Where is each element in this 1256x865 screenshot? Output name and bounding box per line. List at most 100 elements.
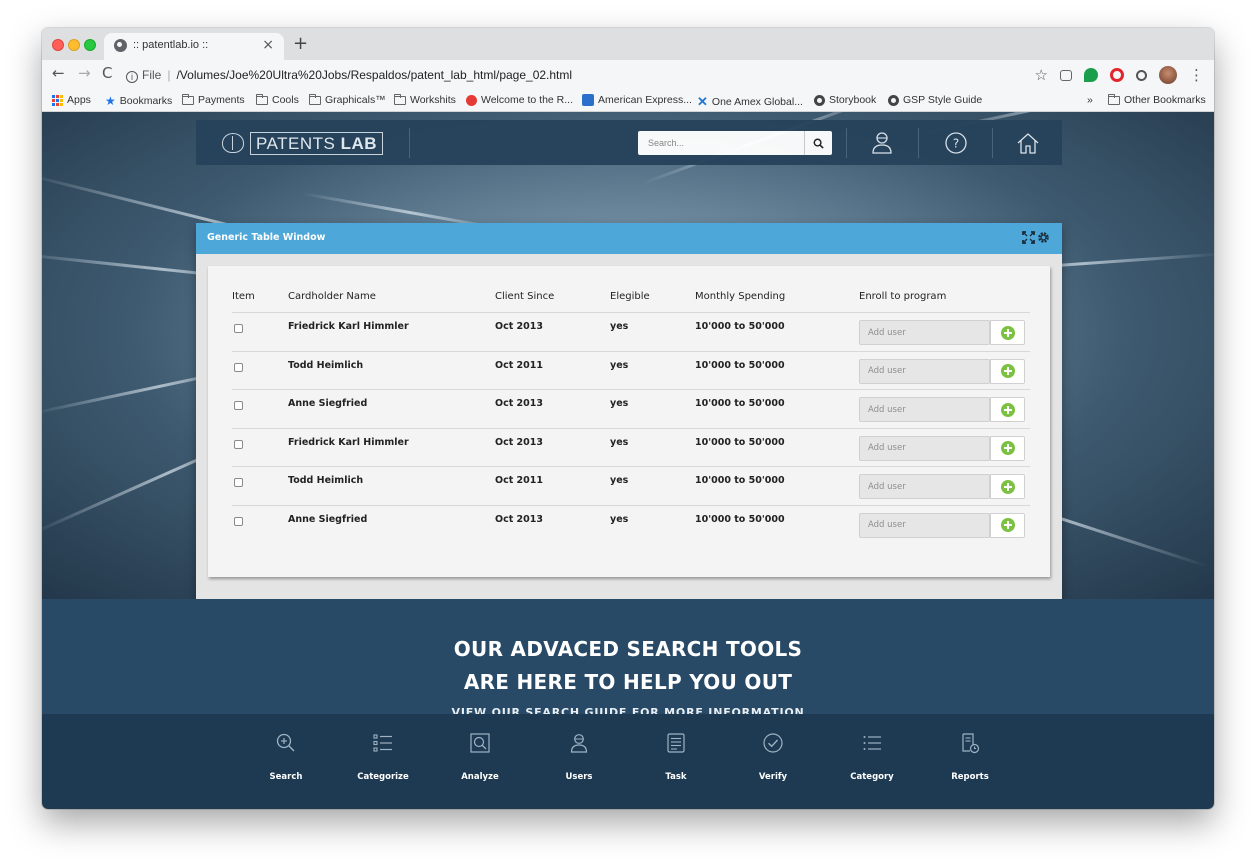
add-user-input[interactable]	[859, 358, 990, 384]
search-input[interactable]	[638, 131, 802, 155]
bookmark-star-icon[interactable]: ☆	[1035, 66, 1048, 84]
row-checkbox[interactable]	[234, 324, 243, 333]
bookmark-welcome[interactable]: Welcome to the R...	[466, 94, 573, 106]
footer-item-users[interactable]: Users	[539, 732, 619, 782]
red-circle-icon	[466, 94, 477, 106]
address-url[interactable]: /Volumes/Joe%20Ultra%20Jobs/Respaldos/pa…	[176, 68, 572, 82]
table-row: Friedrick Karl Himmler Oct 2013 yes 10'0…	[232, 429, 1030, 467]
close-window-button[interactable]	[52, 39, 64, 51]
footer-item-search[interactable]: Search	[246, 732, 326, 782]
evernote-extension-icon[interactable]	[1084, 68, 1098, 82]
cardholder-name: Todd Heimlich	[288, 359, 364, 371]
bookmark-other-bookmarks[interactable]: Other Bookmarks	[1108, 93, 1206, 106]
add-user-button[interactable]	[990, 512, 1025, 538]
profile-avatar[interactable]	[1159, 66, 1177, 84]
add-user-button[interactable]	[990, 320, 1025, 345]
row-checkbox[interactable]	[234, 439, 243, 449]
enroll-control	[859, 512, 1025, 538]
brain-icon	[222, 133, 244, 153]
new-tab-button[interactable]: +	[293, 33, 308, 54]
add-user-input[interactable]	[859, 435, 990, 461]
footer-item-category[interactable]: Category	[832, 732, 912, 782]
browser-window: :: patentlab.io :: × + ← → C i File | /Volu…	[42, 28, 1214, 809]
home-icon[interactable]	[1014, 129, 1042, 157]
add-user-button[interactable]	[990, 397, 1025, 422]
back-icon[interactable]: ←	[52, 64, 65, 82]
bookmark-bookmarks[interactable]: ★ Bookmarks	[105, 94, 172, 108]
patents-lab-logo[interactable]: PATENTS LAB	[222, 130, 384, 156]
add-user-button[interactable]	[990, 435, 1025, 461]
nav-divider	[409, 128, 410, 158]
site-header: PATENTS LAB ?	[196, 120, 1062, 165]
client-since: Oct 2013	[495, 321, 543, 332]
elegible: yes	[610, 321, 629, 332]
add-user-input[interactable]	[859, 397, 990, 422]
browser-toolbar: ← → C i File | /Volumes/Joe%20Ultra%20Jobs/…	[42, 60, 1214, 90]
row-checkbox[interactable]	[234, 362, 243, 372]
promo-headline-line-1: OUR ADVACED SEARCH TOOLS	[453, 637, 803, 661]
tab-strip: :: patentlab.io :: × +	[42, 28, 1214, 60]
add-user-input[interactable]	[859, 512, 990, 538]
zoom-window-button[interactable]	[84, 39, 96, 51]
footer-item-verify[interactable]: Verify	[733, 732, 813, 782]
footer-item-analyze[interactable]: Analyze	[440, 732, 520, 782]
search-icon	[813, 138, 824, 149]
add-user-input[interactable]	[859, 320, 990, 345]
cardholder-name: Friedrick Karl Himmler	[288, 321, 409, 332]
tab-close-icon[interactable]: ×	[262, 37, 274, 53]
info-icon[interactable]: i	[126, 71, 138, 83]
plus-circle-icon	[1000, 402, 1015, 417]
bookmark-apps[interactable]: Apps	[52, 94, 91, 106]
browser-tab[interactable]: :: patentlab.io :: ×	[104, 33, 284, 60]
opera-extension-icon[interactable]	[1110, 68, 1124, 82]
menu-kebab-icon[interactable]: ⋮	[1189, 66, 1204, 84]
bookmarks-overflow[interactable]: »	[1087, 94, 1093, 106]
footer-item-task[interactable]: Task	[636, 732, 716, 782]
circle-extension-icon[interactable]	[1136, 69, 1147, 81]
bookmark-american-express[interactable]: American Express...	[582, 94, 692, 106]
promo-section: OUR ADVACED SEARCH TOOLS ARE HERE TO HEL…	[42, 599, 1214, 719]
bookmark-graphicals[interactable]: Graphicals™	[309, 93, 386, 106]
column-header-item: Item	[232, 291, 255, 302]
minimize-window-button[interactable]	[68, 39, 80, 51]
monthly-spending: 10'000 to 50'000	[695, 398, 785, 409]
address-scheme: File	[142, 68, 162, 82]
monthly-spending: 10'000 to 50'000	[695, 436, 785, 448]
expand-icon[interactable]	[1022, 231, 1035, 244]
footer-item-categorize[interactable]: Categorize	[343, 732, 423, 782]
forward-icon[interactable]: →	[78, 64, 91, 82]
row-checkbox[interactable]	[234, 401, 243, 410]
enroll-control	[859, 320, 1025, 345]
bookmark-gsp-style-guide[interactable]: GSP Style Guide	[888, 94, 982, 106]
row-checkbox[interactable]	[234, 478, 243, 487]
settings-gear-icon[interactable]	[1037, 231, 1050, 244]
search-button[interactable]	[804, 131, 832, 155]
camera-extension-icon[interactable]	[1060, 69, 1072, 81]
check-circle-icon	[763, 733, 783, 753]
globe-icon	[814, 94, 825, 106]
add-user-input[interactable]	[859, 474, 990, 499]
zoom-in-icon	[276, 733, 295, 752]
bookmark-cools[interactable]: Cools	[256, 93, 299, 106]
task-icon	[667, 733, 685, 753]
footer-item-reports[interactable]: Reports	[930, 732, 1010, 782]
help-icon[interactable]: ?	[942, 129, 970, 157]
add-user-button[interactable]	[990, 474, 1025, 499]
add-user-button[interactable]	[990, 358, 1025, 384]
row-checkbox[interactable]	[234, 516, 243, 526]
bookmark-storybook[interactable]: Storybook	[814, 94, 876, 106]
user-icon[interactable]	[868, 129, 896, 157]
tab-title: :: patentlab.io ::	[133, 39, 209, 51]
plus-circle-icon	[1000, 364, 1015, 378]
plus-circle-icon	[1000, 518, 1015, 532]
bookmark-workshits[interactable]: Workshits	[394, 93, 456, 106]
address-bar[interactable]: i File | /Volumes/Joe%20Ultra%20Jobs/Respal…	[126, 64, 1046, 86]
page-content: PATENTS LAB ?	[42, 112, 1214, 809]
nav-divider	[992, 128, 993, 158]
reload-icon[interactable]: C	[102, 64, 112, 82]
bookmark-one-amex[interactable]: ✕ One Amex Global...	[697, 94, 803, 110]
elegible: yes	[610, 475, 629, 486]
svg-text:?: ?	[953, 137, 959, 151]
window-tools	[1022, 231, 1050, 244]
bookmark-payments[interactable]: Payments	[182, 93, 245, 106]
